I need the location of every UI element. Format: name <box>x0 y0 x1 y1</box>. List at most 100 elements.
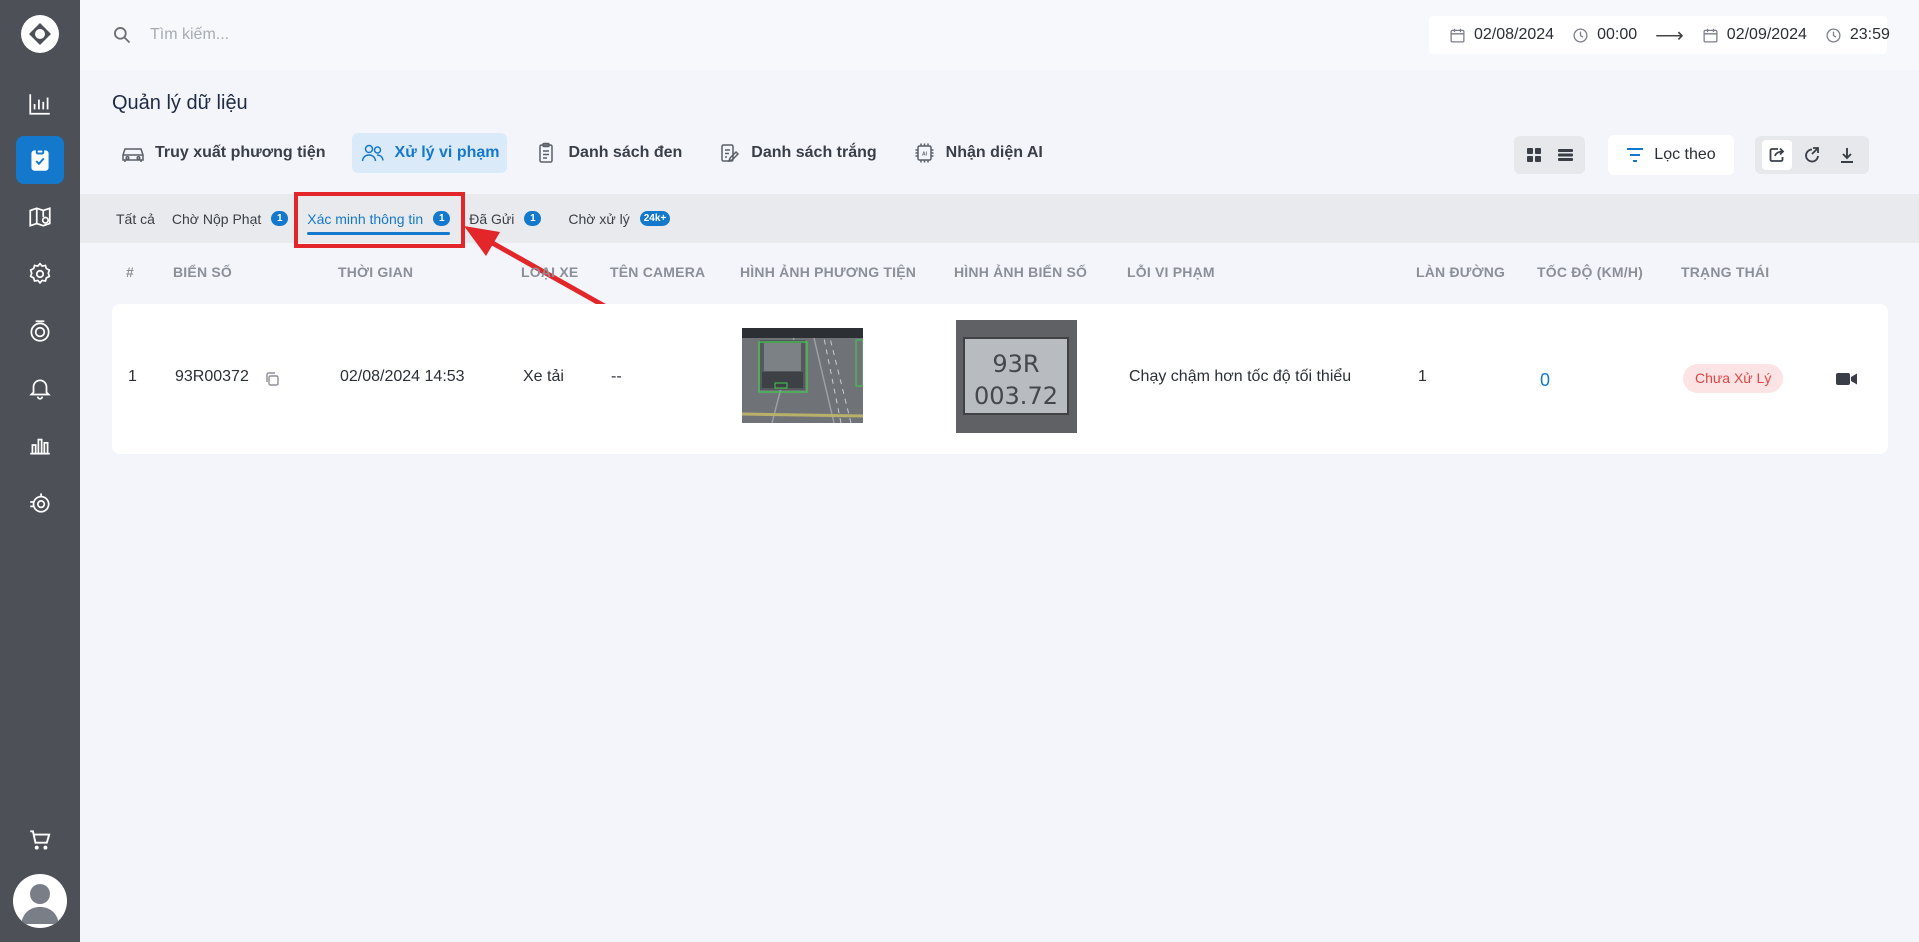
cart-icon <box>30 830 51 850</box>
column-header[interactable]: TỐC ĐỘ (KM/H) <box>1537 264 1643 280</box>
sidebar-item-cart[interactable] <box>16 816 64 864</box>
subtab-awaiting-payment[interactable]: Chờ Nộp Phạt 1 <box>171 194 289 243</box>
share-button[interactable] <box>1761 140 1792 170</box>
timer-icon <box>30 320 50 342</box>
plate-text-top: 93R <box>992 350 1039 378</box>
clock-icon <box>1572 27 1589 44</box>
end-date[interactable]: 02/09/2024 <box>1727 26 1807 44</box>
license-plate: 93R00372 <box>175 368 249 385</box>
statistics-icon <box>30 438 50 455</box>
status-badge[interactable]: Chưa Xử Lý <box>1683 364 1784 393</box>
tab-label: Nhận diện AI <box>945 144 1043 161</box>
search-icon <box>114 27 131 44</box>
avatar[interactable] <box>13 874 67 928</box>
start-time[interactable]: 00:00 <box>1597 26 1637 44</box>
stopwatch-icon <box>30 493 50 513</box>
list-view-button[interactable] <box>1551 141 1579 169</box>
view-toggle <box>1514 136 1585 174</box>
row-index: 1 <box>128 368 137 385</box>
end-time[interactable]: 23:59 <box>1850 26 1890 44</box>
column-header: HÌNH ẢNH PHƯƠNG TIỆN <box>740 264 917 280</box>
vehicle-type: Xe tải <box>523 368 564 385</box>
count-badge: 1 <box>271 211 289 226</box>
calendar-icon <box>1449 27 1466 44</box>
bar-chart-icon <box>29 94 50 115</box>
tab-vehicle-lookup[interactable]: Truy xuất phương tiện <box>112 133 334 173</box>
clipboard-icon <box>539 142 554 163</box>
camera-name: -- <box>611 368 622 385</box>
video-camera-icon[interactable] <box>1836 372 1858 386</box>
violation-time: 02/08/2024 14:53 <box>340 368 465 385</box>
lane-number: 1 <box>1418 368 1427 385</box>
column-header[interactable]: TÊN CAMERA <box>610 264 705 280</box>
tab-blacklist[interactable]: Danh sách đen <box>525 133 690 173</box>
column-header[interactable]: LOẠI XE <box>521 264 578 280</box>
page-title: Quản lý dữ liệu <box>112 92 248 114</box>
plate-text-bottom: 003.72 <box>974 382 1058 410</box>
highlight-box <box>294 192 465 248</box>
column-header[interactable]: LÀN ĐƯỜNG <box>1416 264 1505 280</box>
users-icon <box>361 144 384 162</box>
map-pin-icon <box>29 207 51 227</box>
speed-value: 0 <box>1540 370 1551 390</box>
bell-icon <box>29 379 51 400</box>
column-header: # <box>126 264 134 280</box>
table-header: # BIỂN SỐ THỜI GIAN LOẠI XE TÊN CAMERA H… <box>112 262 1888 284</box>
filter-icon <box>1627 148 1644 162</box>
sidebar-item-history[interactable] <box>16 307 64 355</box>
sidebar-item-map[interactable] <box>16 193 64 241</box>
start-date[interactable]: 02/08/2024 <box>1474 26 1554 44</box>
user-avatar-icon <box>21 884 59 924</box>
logo-icon[interactable] <box>20 14 60 54</box>
download-button[interactable] <box>1832 140 1862 170</box>
grid-view-button[interactable] <box>1520 141 1548 169</box>
tab-label: Truy xuất phương tiện <box>155 144 326 161</box>
date-range-picker[interactable]: 02/08/2024 00:00 ⟶ 02/09/2024 23:59 <box>1429 16 1890 54</box>
sidebar-item-statistics[interactable] <box>16 421 64 469</box>
sidebar-item-settings[interactable] <box>16 250 64 298</box>
tab-label: Xử lý vi phạm <box>394 144 500 161</box>
filter-button[interactable]: Lọc theo <box>1608 135 1734 175</box>
table-row[interactable]: 1 93R00372 02/08/2024 14:53 Xe tải -- 93… <box>112 304 1888 454</box>
license-plate-image[interactable]: 93R 003.72 <box>956 320 1077 433</box>
subtab-all[interactable]: Tất cả <box>116 194 155 243</box>
car-icon <box>122 148 144 162</box>
edit-list-icon <box>721 144 740 163</box>
sidebar <box>0 0 80 942</box>
sidebar-item-speed[interactable] <box>16 478 64 526</box>
column-header[interactable]: LỖI VI PHẠM <box>1127 264 1215 280</box>
export-button[interactable] <box>1797 140 1827 170</box>
clipboard-check-icon <box>31 148 49 171</box>
main-tabs: Truy xuất phương tiện Xử lý vi phạm Danh… <box>112 133 1069 173</box>
violation-description: Chạy chậm hơn tốc độ tối thiểu <box>1129 368 1352 385</box>
sidebar-item-alerts[interactable] <box>16 364 64 412</box>
column-header: HÌNH ẢNH BIỂN SỐ <box>954 264 1088 280</box>
svg-text:AI: AI <box>922 152 928 158</box>
download-icon <box>1841 148 1854 163</box>
tab-ai-recognition[interactable]: AI Nhận diện AI <box>903 133 1051 173</box>
subtab-label: Tất cả <box>116 210 155 227</box>
sidebar-item-data-management[interactable] <box>16 136 64 184</box>
tab-label: Danh sách đen <box>568 144 683 161</box>
tab-label: Danh sách trắng <box>751 144 877 161</box>
sidebar-item-dashboard[interactable] <box>16 80 64 128</box>
copy-icon[interactable] <box>264 371 280 387</box>
action-buttons <box>1755 136 1869 174</box>
search-input[interactable] <box>150 20 550 50</box>
gear-icon <box>29 262 51 285</box>
tab-whitelist[interactable]: Danh sách trắng <box>708 133 884 173</box>
subtab-label: Chờ Nộp Phạt <box>171 210 262 227</box>
tab-violation-processing[interactable]: Xử lý vi phạm <box>351 133 508 173</box>
arrow-right-icon: ⟶ <box>1655 24 1684 47</box>
grid-icon <box>1526 148 1541 162</box>
filter-label: Lọc theo <box>1654 146 1716 163</box>
ai-chip-icon: AI <box>915 143 934 163</box>
share-icon <box>1769 147 1784 162</box>
column-header[interactable]: BIỂN SỐ <box>173 264 232 280</box>
vehicle-image[interactable] <box>742 328 863 423</box>
list-icon <box>1557 149 1573 161</box>
column-header[interactable]: THỜI GIAN <box>338 264 413 280</box>
clock-icon <box>1825 27 1842 44</box>
column-header[interactable]: TRẠNG THÁI <box>1681 264 1769 280</box>
calendar-icon <box>1702 27 1719 44</box>
